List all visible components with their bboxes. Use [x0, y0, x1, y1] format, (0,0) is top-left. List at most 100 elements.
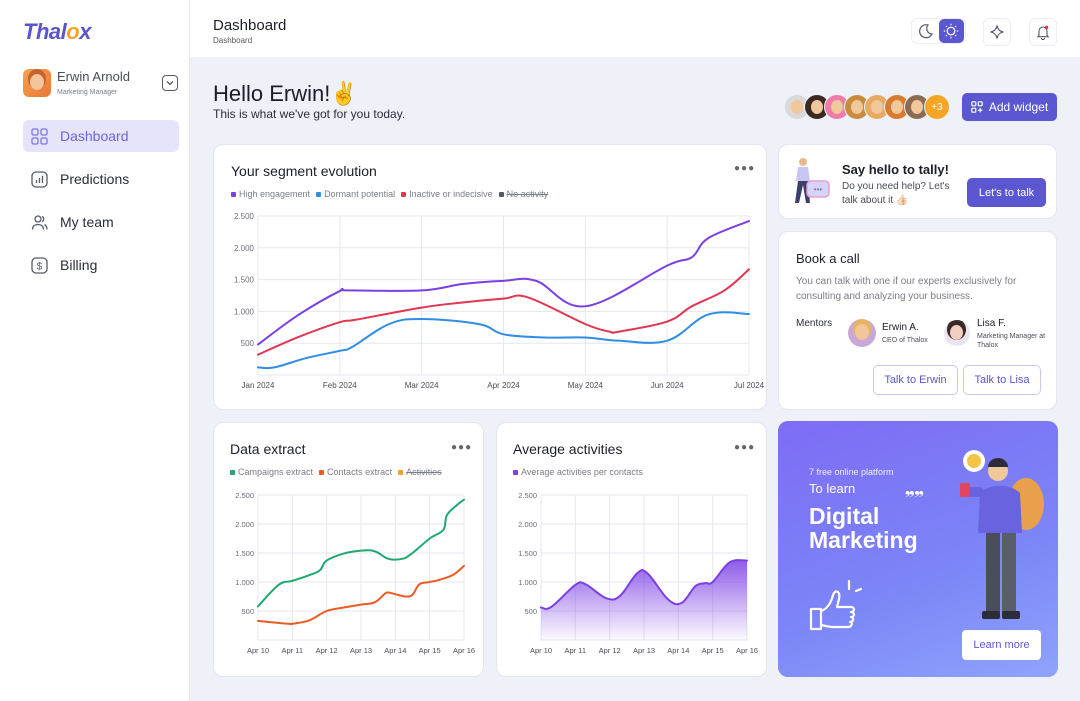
mentor-role: Marketing Manager at Thalox: [977, 333, 1046, 349]
legend-swatch: [230, 469, 235, 475]
x-tick-label: Apr 13: [633, 646, 655, 655]
legend-swatch: [316, 191, 322, 197]
more-options-button[interactable]: ●●●: [734, 163, 755, 174]
sidebar-item-predictions[interactable]: Predictions: [23, 163, 179, 195]
book-call-title: Book a call: [796, 251, 860, 266]
bell-icon: [1036, 25, 1050, 40]
lets-talk-button[interactable]: Let's to talk: [967, 178, 1046, 207]
x-tick-label: Apr 10: [530, 646, 552, 655]
x-tick-label: Apr 12: [316, 646, 338, 655]
legend-label: Contacts extract: [327, 467, 393, 477]
mentors-label: Mentors: [796, 318, 833, 329]
legend-item[interactable]: Campaigns extract: [230, 467, 313, 477]
sparkle-button[interactable]: [983, 18, 1011, 46]
legend-swatch: [231, 191, 236, 197]
sidebar-item-my-team[interactable]: My team: [23, 206, 179, 238]
x-tick-label: Apr 11: [565, 646, 587, 655]
y-tick-label: 2.000: [235, 520, 254, 529]
y-tick-label: 500: [241, 607, 254, 616]
more-options-button[interactable]: ●●●: [734, 442, 755, 453]
add-widget-button[interactable]: Add widget: [962, 93, 1057, 121]
legend-label: No activity: [506, 189, 549, 199]
average-activities-chart: 500 1.000 1.500 2.000 2.500 Apr 10 Apr 11 Apr 1…: [518, 491, 758, 655]
more-members-badge[interactable]: +3: [924, 94, 950, 120]
sidebar-item-label: Billing: [60, 257, 98, 273]
x-tick-label: Apr 12: [599, 646, 621, 655]
chart-legend: Campaigns extract Contacts extract Activit…: [230, 467, 442, 477]
x-tick-label: Apr 14: [667, 646, 689, 655]
profile[interactable]: Erwin Arnold Marketing Manager: [23, 69, 183, 99]
legend-item[interactable]: Dormant potential: [316, 189, 395, 199]
talk-to-lisa-button[interactable]: Talk to Lisa: [963, 365, 1041, 395]
profile-dropdown-button[interactable]: [162, 75, 178, 91]
y-tick-label: 2.500: [235, 491, 254, 500]
sidebar-item-label: My team: [60, 214, 114, 230]
legend-swatch: [498, 191, 504, 197]
legend-swatch: [319, 469, 325, 475]
page-title: Dashboard: [213, 17, 287, 34]
card-title: Average activities: [513, 441, 623, 457]
legend-item[interactable]: Average activities per contacts: [513, 467, 643, 477]
legend-label: Activities: [406, 467, 442, 477]
assistant-illustration: •••: [795, 158, 830, 203]
legend-item[interactable]: Contacts extract: [319, 467, 392, 477]
legend-label: Dormant potential: [324, 189, 396, 199]
more-options-button[interactable]: ●●●: [451, 442, 472, 453]
mentor-name: Erwin A.: [882, 322, 919, 333]
chart-icon: [31, 170, 48, 188]
y-tick-label: 1.500: [234, 276, 255, 285]
chart-legend: High engagement Dormant potential Inactive…: [231, 189, 548, 199]
sidebar-item-label: Dashboard: [60, 128, 129, 144]
avatar: [23, 69, 51, 97]
sidebar-item-billing[interactable]: $ Billing: [23, 249, 179, 281]
dark-mode-button[interactable]: [913, 19, 939, 43]
x-tick-label: Apr 16: [736, 646, 758, 655]
learn-more-button[interactable]: Learn more: [962, 630, 1041, 660]
card-title: Data extract: [230, 441, 306, 457]
tally-title: Say hello to tally!: [842, 162, 949, 177]
legend-item[interactable]: High engagement: [231, 189, 310, 199]
team-avatars[interactable]: +3: [784, 94, 950, 120]
promo-eyebrow: 7 free online platform: [809, 467, 894, 477]
light-mode-button[interactable]: [938, 19, 964, 43]
y-tick-label: 1.000: [235, 578, 254, 587]
chart-legend: Average activities per contacts: [513, 467, 643, 477]
theme-toggle[interactable]: [911, 18, 966, 44]
legend-swatch: [401, 191, 407, 197]
sidebar-item-dashboard[interactable]: Dashboard: [23, 120, 179, 152]
thumbs-up-icon: [809, 579, 863, 631]
tally-card: ••• Say hello to tally! Do you need help…: [778, 144, 1057, 219]
mentor-avatar-lisa: [944, 320, 970, 346]
add-widget-icon: [971, 101, 983, 113]
x-tick-label: Apr 13: [350, 646, 372, 655]
notifications-button[interactable]: [1029, 18, 1057, 46]
y-tick-label: 500: [524, 607, 537, 616]
y-tick-label: 2.500: [518, 491, 537, 500]
moon-icon: [918, 24, 933, 39]
x-tick-label: Jun 2024: [651, 381, 684, 390]
sun-icon: [944, 23, 959, 39]
legend-item[interactable]: No activity: [498, 189, 549, 199]
x-tick-label: Apr 10: [247, 646, 269, 655]
y-tick-label: 1.000: [234, 307, 255, 316]
x-tick-label: Apr 2024: [487, 381, 520, 390]
legend-swatch: [513, 469, 518, 475]
card-title: Your segment evolution: [231, 163, 377, 179]
add-widget-label: Add widget: [988, 100, 1049, 114]
talk-to-erwin-button[interactable]: Talk to Erwin: [873, 365, 958, 395]
y-tick-label: 2.000: [234, 244, 255, 253]
x-tick-label: Apr 15: [702, 646, 724, 655]
logo[interactable]: Thalox: [23, 19, 91, 45]
breadcrumb[interactable]: Dashboard: [213, 36, 252, 45]
x-tick-label: Apr 14: [384, 646, 406, 655]
legend-item[interactable]: Activities: [398, 467, 442, 477]
quote-icon: ❠❠: [905, 481, 924, 497]
x-tick-label: Mar 2024: [405, 381, 439, 390]
y-tick-label: 1.500: [235, 549, 254, 558]
x-tick-label: Apr 11: [282, 646, 304, 655]
y-tick-label: 1.000: [518, 578, 537, 587]
series-area: [541, 560, 747, 640]
legend-item[interactable]: Inactive or indecisive: [401, 189, 493, 199]
y-tick-label: 500: [241, 339, 255, 348]
tally-text: Do you need help? Let's talk about it 👍🏻: [842, 181, 950, 206]
